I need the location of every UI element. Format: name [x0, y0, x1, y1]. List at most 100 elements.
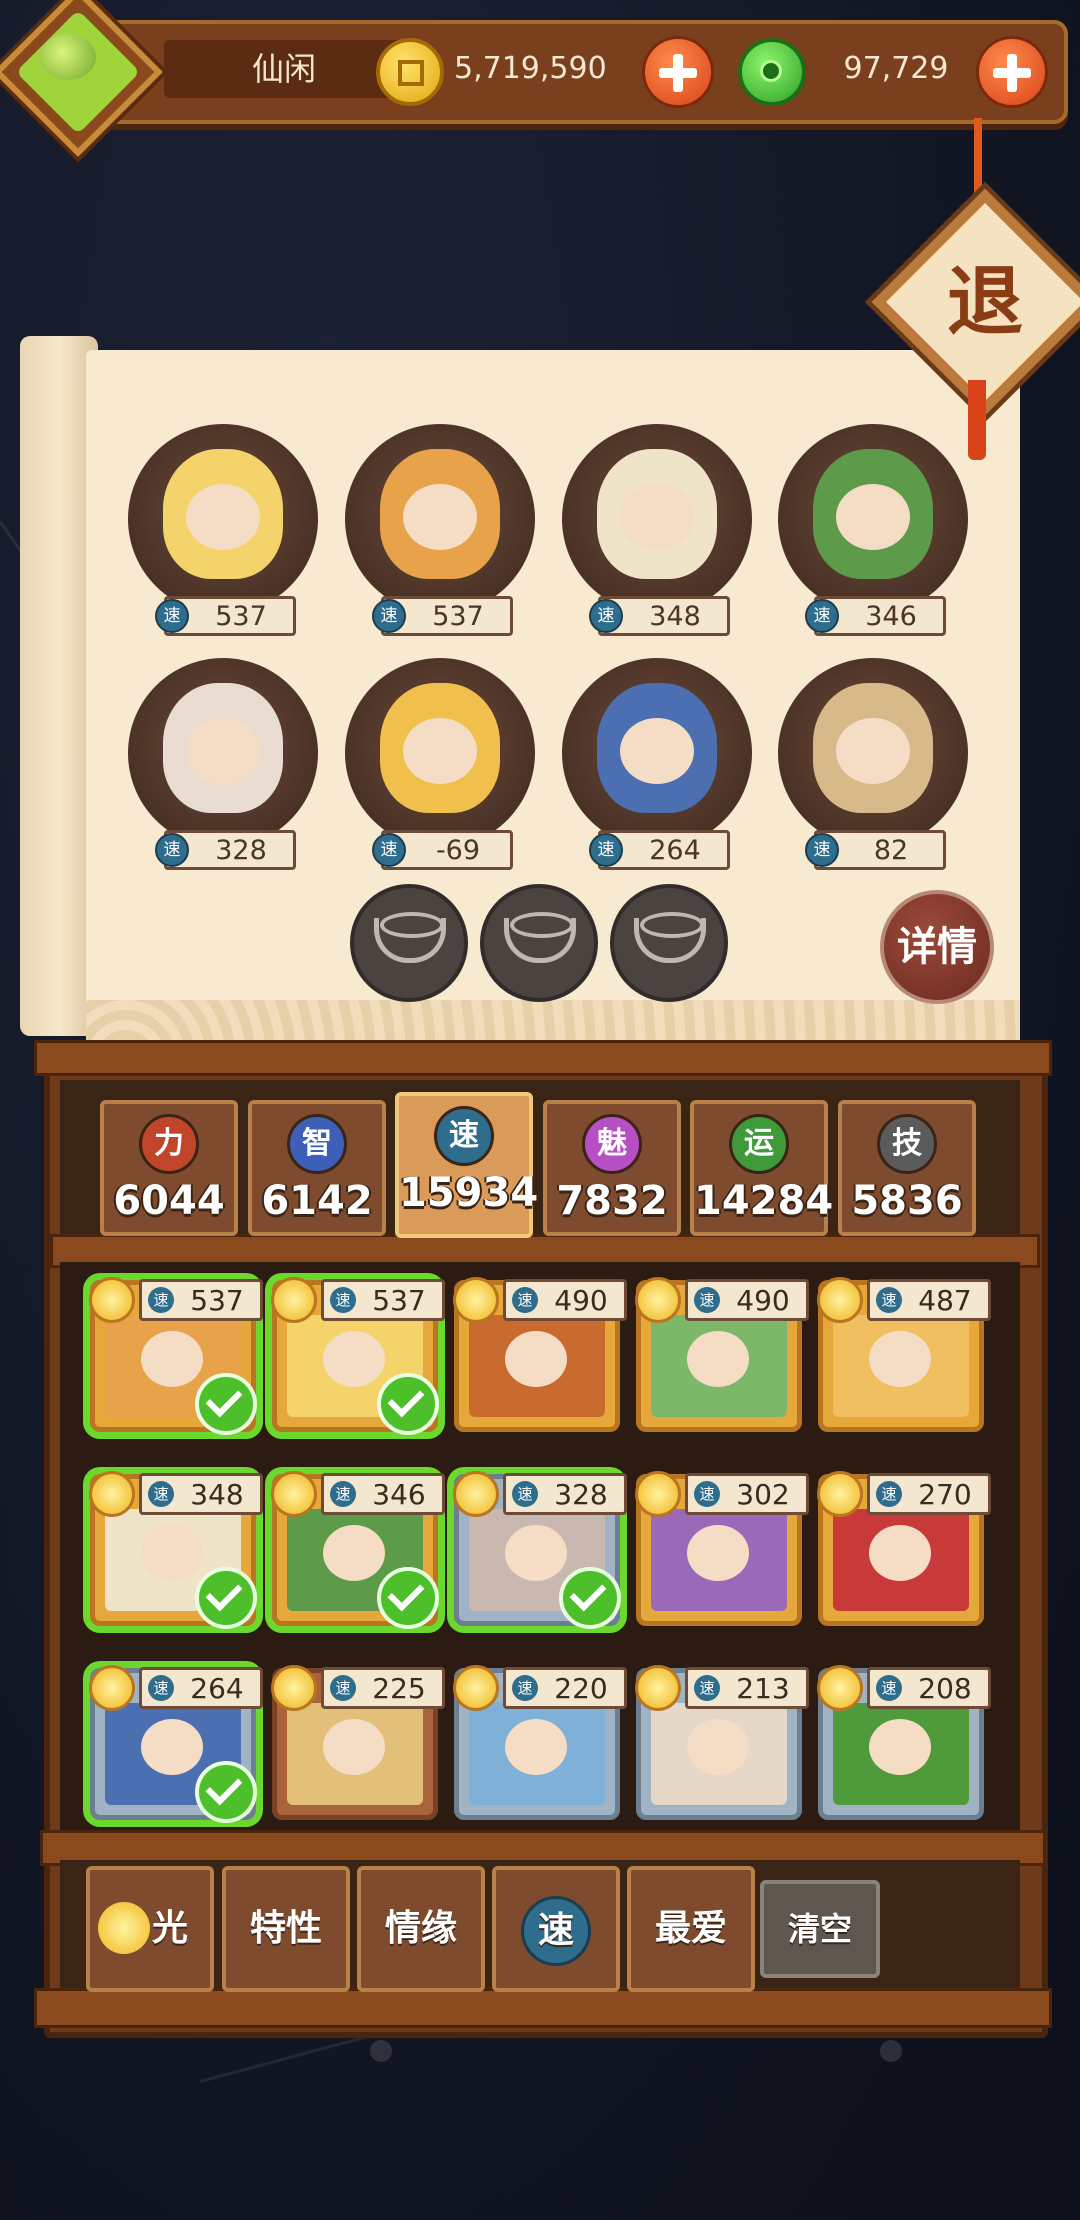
hero-speed-tag: 速 82	[805, 830, 946, 870]
hero-speed-tag: 速 208	[867, 1667, 991, 1709]
hero-face	[687, 1525, 749, 1581]
sun-star-icon	[89, 1277, 135, 1323]
hero-card[interactable]: 速 346	[271, 1471, 445, 1629]
cabinet-base	[34, 1988, 1052, 2028]
hero-speed-value: 346	[372, 1477, 426, 1511]
attribute-tab[interactable]: 技 5836	[838, 1100, 976, 1236]
hero-speed-tag: 速 346	[805, 596, 946, 636]
hero-face	[323, 1719, 385, 1775]
speed-icon: 速	[805, 599, 839, 633]
add-jade-button[interactable]	[976, 36, 1048, 108]
team-hero-slot[interactable]: 速 537	[128, 424, 318, 636]
jade-amount: 97,729	[843, 51, 949, 86]
constellation-star	[370, 2040, 392, 2062]
hero-face	[620, 718, 694, 784]
hero-face	[141, 1525, 203, 1581]
empty-slot-bowl-icon[interactable]	[480, 884, 598, 1002]
hero-card[interactable]: 速 220	[453, 1665, 627, 1820]
hero-card[interactable]: 速 490	[635, 1277, 809, 1432]
hero-card[interactable]: 速 225	[271, 1665, 445, 1820]
speed-icon: 速	[330, 1287, 356, 1313]
hero-card[interactable]: 速 328	[453, 1471, 627, 1629]
sun-star-icon	[453, 1471, 499, 1517]
hero-speed-tag: 速 264	[139, 1667, 263, 1709]
attribute-value: 6044	[113, 1178, 225, 1224]
hero-speed-value: 328	[215, 834, 267, 866]
selected-check-icon	[195, 1373, 257, 1435]
team-hero-slot[interactable]: 速 -69	[345, 658, 535, 870]
attribute-tab[interactable]: 速 15934	[395, 1092, 539, 1238]
hero-face	[186, 718, 260, 784]
speed-icon: 速	[876, 1675, 902, 1701]
hero-face	[836, 718, 910, 784]
hero-speed-value: 302	[736, 1477, 790, 1511]
speed-icon: 速	[372, 599, 406, 633]
attribute-value: 15934	[399, 1170, 539, 1216]
hero-card[interactable]: 速 270	[817, 1471, 991, 1626]
hero-card[interactable]: 速 302	[635, 1471, 809, 1626]
filter-favorite-button[interactable]: 最爱	[627, 1866, 755, 1992]
hero-speed-tag: 速 487	[867, 1279, 991, 1321]
attribute-icon: 力	[139, 1114, 199, 1174]
details-button[interactable]: 详情	[880, 890, 994, 1004]
speed-icon: 速	[512, 1481, 538, 1507]
attribute-value: 7832	[556, 1178, 668, 1224]
hero-card[interactable]: 速 537	[271, 1277, 445, 1435]
team-hero-slot[interactable]: 速 348	[562, 424, 752, 636]
hero-speed-tag: 速 -69	[372, 830, 513, 870]
speed-icon: 速	[521, 1896, 591, 1966]
filter-bond-button[interactable]: 情缘	[357, 1866, 485, 1992]
attribute-tab[interactable]: 智 6142	[248, 1100, 386, 1236]
hero-speed-value: 487	[918, 1283, 972, 1317]
filter-speed-button[interactable]: 速	[492, 1866, 620, 1992]
attribute-icon: 速	[434, 1106, 494, 1166]
sun-star-icon	[271, 1665, 317, 1711]
attribute-icon: 技	[877, 1114, 937, 1174]
team-hero-slot[interactable]: 速 82	[778, 658, 968, 870]
hero-speed-value: -69	[435, 834, 481, 866]
selected-check-icon	[377, 1567, 439, 1629]
top-resource-bar: 仙闲 5,719,590 97,729	[60, 20, 1068, 124]
hero-speed-value: 537	[372, 1283, 426, 1317]
gold-coin-icon	[376, 38, 444, 106]
hero-card[interactable]: 速 490	[453, 1277, 627, 1432]
empty-slot-bowl-icon[interactable]	[610, 884, 728, 1002]
hero-face	[403, 484, 477, 550]
clear-button[interactable]: 清空	[760, 1880, 880, 1978]
sun-star-icon	[271, 1277, 317, 1323]
hero-face	[505, 1331, 567, 1387]
hero-speed-tag: 速 264	[589, 830, 730, 870]
team-hero-slot[interactable]: 速 328	[128, 658, 318, 870]
attribute-tab[interactable]: 魅 7832	[543, 1100, 681, 1236]
speed-icon: 速	[372, 833, 406, 867]
hero-card[interactable]: 速 208	[817, 1665, 991, 1820]
filter-light-button[interactable]: 光	[86, 1866, 214, 1992]
hero-speed-value: 225	[372, 1671, 426, 1705]
attribute-value: 14284	[694, 1178, 834, 1224]
selected-check-icon	[195, 1761, 257, 1823]
cabinet-top-shelf	[34, 1040, 1052, 1076]
attribute-tab[interactable]: 力 6044	[100, 1100, 238, 1236]
hero-card[interactable]: 速 537	[89, 1277, 263, 1435]
team-hero-slot[interactable]: 速 264	[562, 658, 752, 870]
filter-traits-button[interactable]: 特性	[222, 1866, 350, 1992]
hero-speed-tag: 速 225	[321, 1667, 445, 1709]
add-gold-button[interactable]	[642, 36, 714, 108]
hero-face	[869, 1331, 931, 1387]
sun-star-icon	[635, 1471, 681, 1517]
team-hero-slot[interactable]: 速 537	[345, 424, 535, 636]
sun-star-icon	[89, 1471, 135, 1517]
empty-slot-bowl-icon[interactable]	[350, 884, 468, 1002]
hero-card[interactable]: 速 348	[89, 1471, 263, 1629]
hero-card[interactable]: 速 213	[635, 1665, 809, 1820]
hero-card[interactable]: 速 487	[817, 1277, 991, 1432]
sun-star-icon	[453, 1277, 499, 1323]
hero-speed-value: 348	[190, 1477, 244, 1511]
attribute-tab[interactable]: 运 14284	[690, 1100, 834, 1236]
hero-face	[687, 1719, 749, 1775]
hero-face	[505, 1719, 567, 1775]
speed-icon: 速	[876, 1287, 902, 1313]
hero-card[interactable]: 速 264	[89, 1665, 263, 1823]
team-hero-slot[interactable]: 速 346	[778, 424, 968, 636]
speed-icon: 速	[694, 1675, 720, 1701]
